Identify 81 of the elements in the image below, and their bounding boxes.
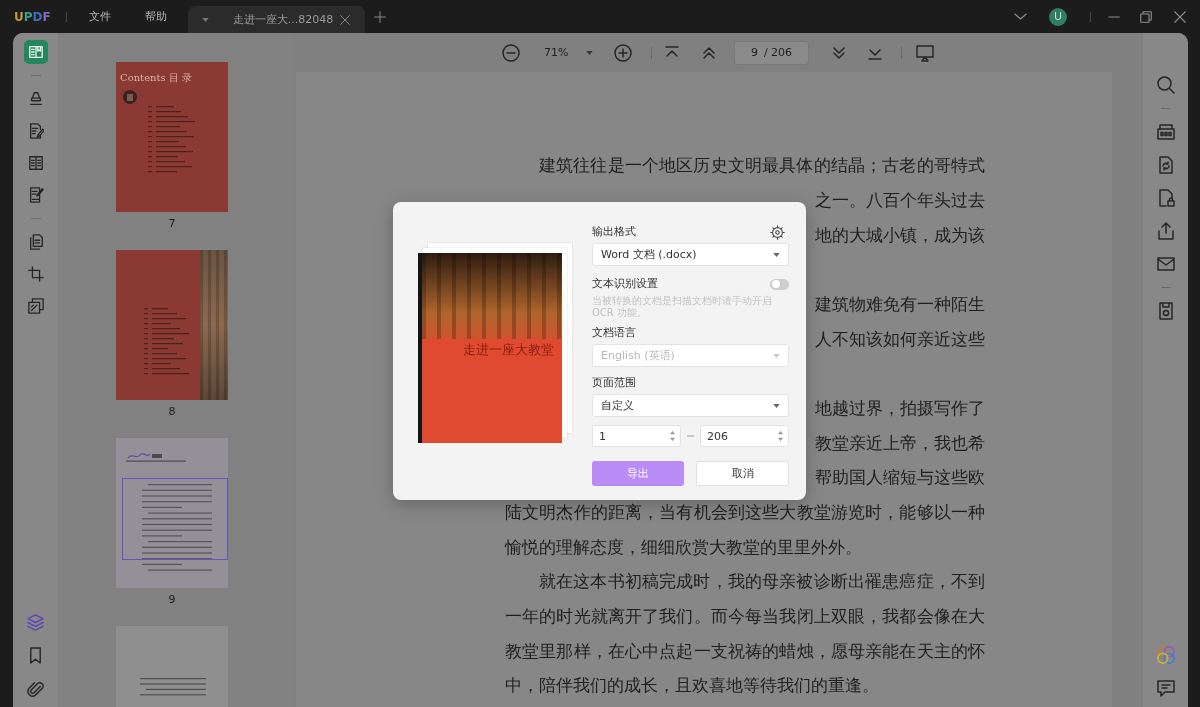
text-line: 愉悦的理解态度，细细欣赏大教堂的里里外外。	[505, 536, 862, 557]
zoom-in-icon[interactable]	[614, 43, 632, 62]
pages-icon	[27, 234, 44, 250]
spinner-icon[interactable]	[670, 431, 675, 441]
text-line: 教堂亲近上帝，我也希	[815, 432, 985, 453]
document-tab[interactable]: 走进一座大...82048	[187, 6, 365, 33]
page-thumbnail[interactable]: Contents 目 录	[116, 62, 228, 212]
emblem-icon	[122, 90, 138, 104]
text-line: 人不知该如何亲近这些	[815, 328, 985, 349]
cancel-button[interactable]: 取消	[696, 461, 789, 486]
number-field[interactable]: 1	[592, 425, 681, 447]
text-line: 教堂里那样，在心中点起一支祝祷的蜡烛，愿母亲能在天主的怀	[505, 640, 985, 661]
text-line: 地越过界，拍摄写作了	[815, 397, 985, 418]
document-sync-icon[interactable]	[1156, 156, 1175, 174]
text-line: 之一。八百个年头过去	[815, 190, 985, 210]
text-line: 帮助国人缩短与这些欧	[815, 467, 985, 488]
text-line: 陆文明杰作的距离，当有机会到这些大教堂游览时，能够以一种	[505, 501, 985, 522]
document-lock-icon[interactable]	[1156, 189, 1175, 207]
document-sign-icon	[27, 187, 44, 203]
caret-icon	[773, 403, 780, 408]
page-heading: Contents 目 录	[120, 72, 192, 84]
field-label: 文档语言	[592, 326, 636, 340]
viewport-frame[interactable]	[122, 478, 228, 560]
text-line: 建筑物难免有一种陌生	[815, 293, 985, 314]
zoom-out-icon[interactable]	[502, 43, 520, 62]
mail-icon[interactable]	[1156, 255, 1175, 273]
text-line: 中，陪伴我们的成长，且欢喜地等待我们的重逢。	[505, 675, 879, 696]
field-label: 输出格式	[592, 225, 636, 239]
page-thumbnail[interactable]	[116, 438, 228, 588]
close-icon[interactable]	[1174, 10, 1186, 23]
chevron-down-icon[interactable]	[1014, 13, 1027, 20]
text-line: 一年的时光就离开了我们。而今每当我闭上双眼，我都会像在大	[505, 605, 985, 626]
layers-icon	[27, 613, 44, 631]
zoom-level[interactable]: 71%	[544, 46, 567, 59]
scanner-icon[interactable]	[1156, 123, 1175, 141]
book-icon	[27, 44, 44, 60]
plus-icon[interactable]	[373, 10, 386, 23]
caret-icon	[773, 353, 780, 358]
paperclip-icon	[27, 679, 44, 697]
app-logo: UPDF	[14, 9, 51, 24]
dash-icon	[687, 435, 694, 437]
dropdown[interactable]: 自定义	[592, 394, 789, 417]
number-field[interactable]: 206	[700, 425, 789, 447]
tab-title: 走进一座大...82048	[232, 12, 334, 27]
crop-icon	[27, 266, 44, 282]
flower-icon[interactable]	[1156, 646, 1175, 664]
page-number-field[interactable]: 9 / 206	[734, 40, 809, 65]
text-line: 就在这本书初稿完成时，我的母亲被诊断出罹患癌症，不到	[539, 571, 985, 592]
tool-button[interactable]	[23, 40, 48, 64]
toggle-switch[interactable]	[770, 278, 789, 290]
restore-icon[interactable]	[1140, 10, 1152, 23]
dropdown[interactable]: Word 文档 (.docx)	[592, 243, 789, 266]
close-icon[interactable]	[339, 14, 350, 25]
caret-icon[interactable]	[586, 50, 593, 55]
spinner-icon[interactable]	[778, 431, 783, 441]
caret-icon[interactable]	[201, 17, 209, 22]
text-line: 建筑往往是一个地区历史文明最具体的结晶；古老的哥特式	[539, 155, 985, 176]
document-pen-icon	[27, 123, 44, 139]
marker-icon	[27, 91, 44, 107]
bookmark-icon	[27, 646, 44, 664]
settings-icon[interactable]	[770, 224, 785, 240]
caret-icon	[773, 252, 780, 257]
menu-item[interactable]: 帮助	[144, 9, 167, 24]
overlap-squares-icon	[27, 298, 44, 314]
minimize-icon[interactable]	[1108, 15, 1120, 18]
page-number: 7	[168, 216, 176, 232]
comment-icon[interactable]	[1156, 679, 1175, 697]
page-number: 9	[168, 592, 176, 608]
field-label: 文本识别设置	[592, 277, 658, 291]
text-lines-drawing	[140, 678, 206, 696]
page-thumbnail[interactable]	[116, 250, 228, 400]
presentation-icon[interactable]	[916, 43, 934, 62]
form-icon	[27, 155, 44, 171]
search-icon[interactable]	[1156, 76, 1175, 94]
title-lines-drawing	[126, 450, 186, 462]
menu-item[interactable]: 文件	[88, 9, 111, 24]
save-icon[interactable]	[1156, 302, 1175, 320]
share-icon[interactable]	[1156, 222, 1175, 240]
field-label: 页面范围	[592, 376, 636, 390]
text-line: 地的大城小镇，成为该	[815, 224, 985, 245]
page-number: 8	[168, 404, 176, 420]
